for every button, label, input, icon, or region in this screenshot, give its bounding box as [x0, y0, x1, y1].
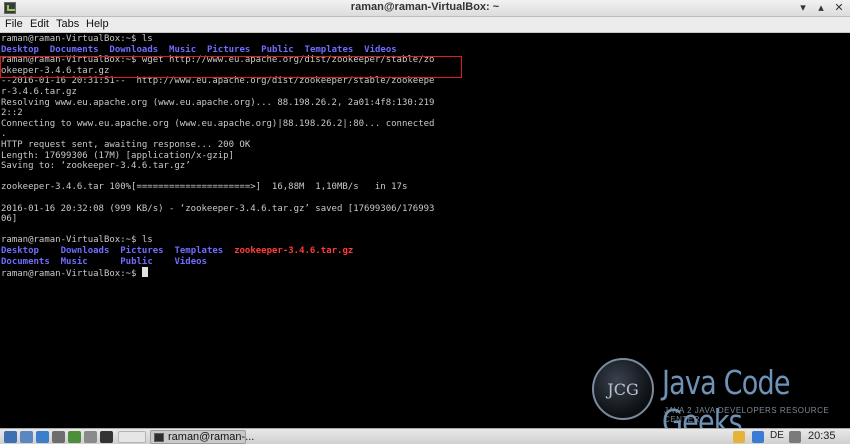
directory-name: Music — [60, 256, 88, 267]
taskbar: raman@raman-... DE 20:35 — [0, 428, 850, 444]
directory-name: Documents — [49, 44, 99, 55]
terminal-line: raman@raman-VirtualBox:~$ ls — [1, 34, 153, 45]
terminal-line: zookeeper-3.4.6.tar 100%[===============… — [1, 182, 407, 193]
clock[interactable]: 20:35 — [808, 430, 836, 442]
terminal-text: HTTP request sent, awaiting response... … — [1, 140, 251, 150]
jcg-logo-text: JCG — [607, 380, 639, 399]
wget-command-highlight — [0, 56, 462, 78]
directory-name: Templates — [174, 246, 224, 256]
minimize-button[interactable]: ▾ — [796, 1, 810, 15]
terminal-text: raman@raman-VirtualBox:~$ ls — [1, 34, 153, 44]
terminal-task-icon — [154, 433, 164, 442]
terminal-line: Desktop Documents Downloads Music Pictur… — [1, 45, 397, 56]
terminal-text: Length: 17699306 (17M) [application/x-gz… — [1, 150, 234, 161]
terminal-text: 06] — [1, 214, 18, 225]
terminal-output[interactable]: raman@raman-VirtualBox:~$ ls Desktop Docu… — [0, 33, 850, 428]
browser-icon[interactable] — [36, 431, 49, 443]
terminal-text: Resolving www.eu.apache.org (www.eu.apac… — [1, 97, 435, 108]
terminal-line: Saving to: ‘zookeeper-3.4.6.tar.gz’ — [1, 161, 191, 172]
menu-edit[interactable]: Edit — [30, 18, 49, 30]
watermark-tagline: JAVA 2 JAVA DEVELOPERS RESOURCE CENTER — [664, 406, 830, 424]
terminal-line: Desktop Downloads Pictures Templates zoo… — [1, 246, 353, 257]
directory-name: Desktop — [1, 246, 39, 256]
terminal-line: raman@raman-VirtualBox:~$ — [1, 267, 148, 280]
directory-name: Public — [120, 256, 153, 267]
file-manager-icon[interactable] — [20, 431, 33, 443]
archive-file-name: zookeeper-3.4.6.tar.gz — [234, 246, 354, 256]
directory-name: Pictures — [206, 44, 251, 55]
terminal-line: . — [1, 129, 6, 140]
terminal-text: raman@raman-VirtualBox:~$ ls — [1, 235, 153, 246]
settings-icon[interactable] — [52, 431, 65, 443]
terminal-line: --2016-01-16 20:31:51-- http://www.eu.ap… — [1, 76, 434, 87]
directory-name: Music — [169, 44, 197, 55]
directory-name: Videos — [174, 256, 207, 267]
workspace-switcher[interactable] — [118, 431, 146, 443]
directory-name: Public — [261, 44, 294, 55]
window-titlebar[interactable]: raman@raman-VirtualBox: ~ ▾ ▴ ✕ — [0, 0, 850, 17]
terminal-line: 06] — [1, 214, 17, 225]
terminal-text: 2016-01-16 20:32:08 (999 KB/s) - ‘zookee… — [1, 203, 435, 214]
terminal-launcher-icon[interactable] — [100, 431, 113, 443]
directory-name: Downloads — [109, 44, 159, 55]
tray-network-icon[interactable] — [752, 431, 764, 443]
menu-tabs[interactable]: Tabs — [56, 18, 79, 30]
directory-name: Documents — [1, 256, 50, 267]
volume-icon[interactable] — [789, 431, 801, 443]
start-menu-icon[interactable] — [4, 431, 17, 443]
terminal-cursor — [141, 267, 148, 278]
terminal-text: r-3.4.6.tar.gz — [1, 87, 77, 97]
terminal-text: . — [1, 129, 7, 140]
terminal-text: raman@raman-VirtualBox:~$ — [1, 269, 142, 280]
close-button[interactable]: ✕ — [832, 1, 846, 15]
jcg-logo-icon: JCG — [592, 358, 654, 420]
directory-name: Templates — [304, 44, 354, 55]
maximize-button[interactable]: ▴ — [814, 1, 828, 15]
terminal-line: HTTP request sent, awaiting response... … — [1, 140, 250, 151]
directory-name: Pictures — [120, 246, 164, 256]
terminal-line: Connecting to www.eu.apache.org (www.eu.… — [1, 119, 434, 130]
keyboard-layout-indicator[interactable]: DE — [770, 430, 784, 441]
window-title: raman@raman-VirtualBox: ~ — [350, 1, 500, 13]
directory-name: Videos — [364, 44, 397, 55]
terminal-text: Connecting to www.eu.apache.org (www.eu.… — [1, 118, 435, 129]
task-terminal-label: raman@raman-... — [168, 431, 255, 443]
tray-notification-icon[interactable] — [733, 431, 745, 443]
directory-name: Downloads — [60, 246, 110, 256]
menu-help[interactable]: Help — [86, 18, 109, 30]
directory-name: Desktop — [1, 44, 39, 55]
menu-bar: File Edit Tabs Help — [0, 17, 850, 33]
menu-file[interactable]: File — [5, 18, 23, 30]
terminal-text: Saving to: ‘zookeeper-3.4.6.tar.gz’ — [1, 161, 191, 172]
terminal-line: Resolving www.eu.apache.org (www.eu.apac… — [1, 98, 434, 109]
terminal-line: 2016-01-16 20:32:08 (999 KB/s) - ‘zookee… — [1, 204, 434, 215]
terminal-text: zookeeper-3.4.6.tar 100%[===============… — [1, 182, 408, 193]
terminal-text: 2::2 — [1, 108, 23, 119]
terminal-line: Documents Music Public Videos — [1, 257, 207, 268]
terminal-line: raman@raman-VirtualBox:~$ ls — [1, 235, 153, 246]
network-icon[interactable] — [68, 431, 81, 443]
show-desktop-icon[interactable] — [84, 431, 97, 443]
terminal-line: Length: 17699306 (17M) [application/x-gz… — [1, 151, 234, 162]
terminal-line: r-3.4.6.tar.gz — [1, 87, 77, 98]
terminal-line: 2::2 — [1, 108, 23, 119]
task-terminal-button[interactable]: raman@raman-... — [150, 430, 254, 444]
